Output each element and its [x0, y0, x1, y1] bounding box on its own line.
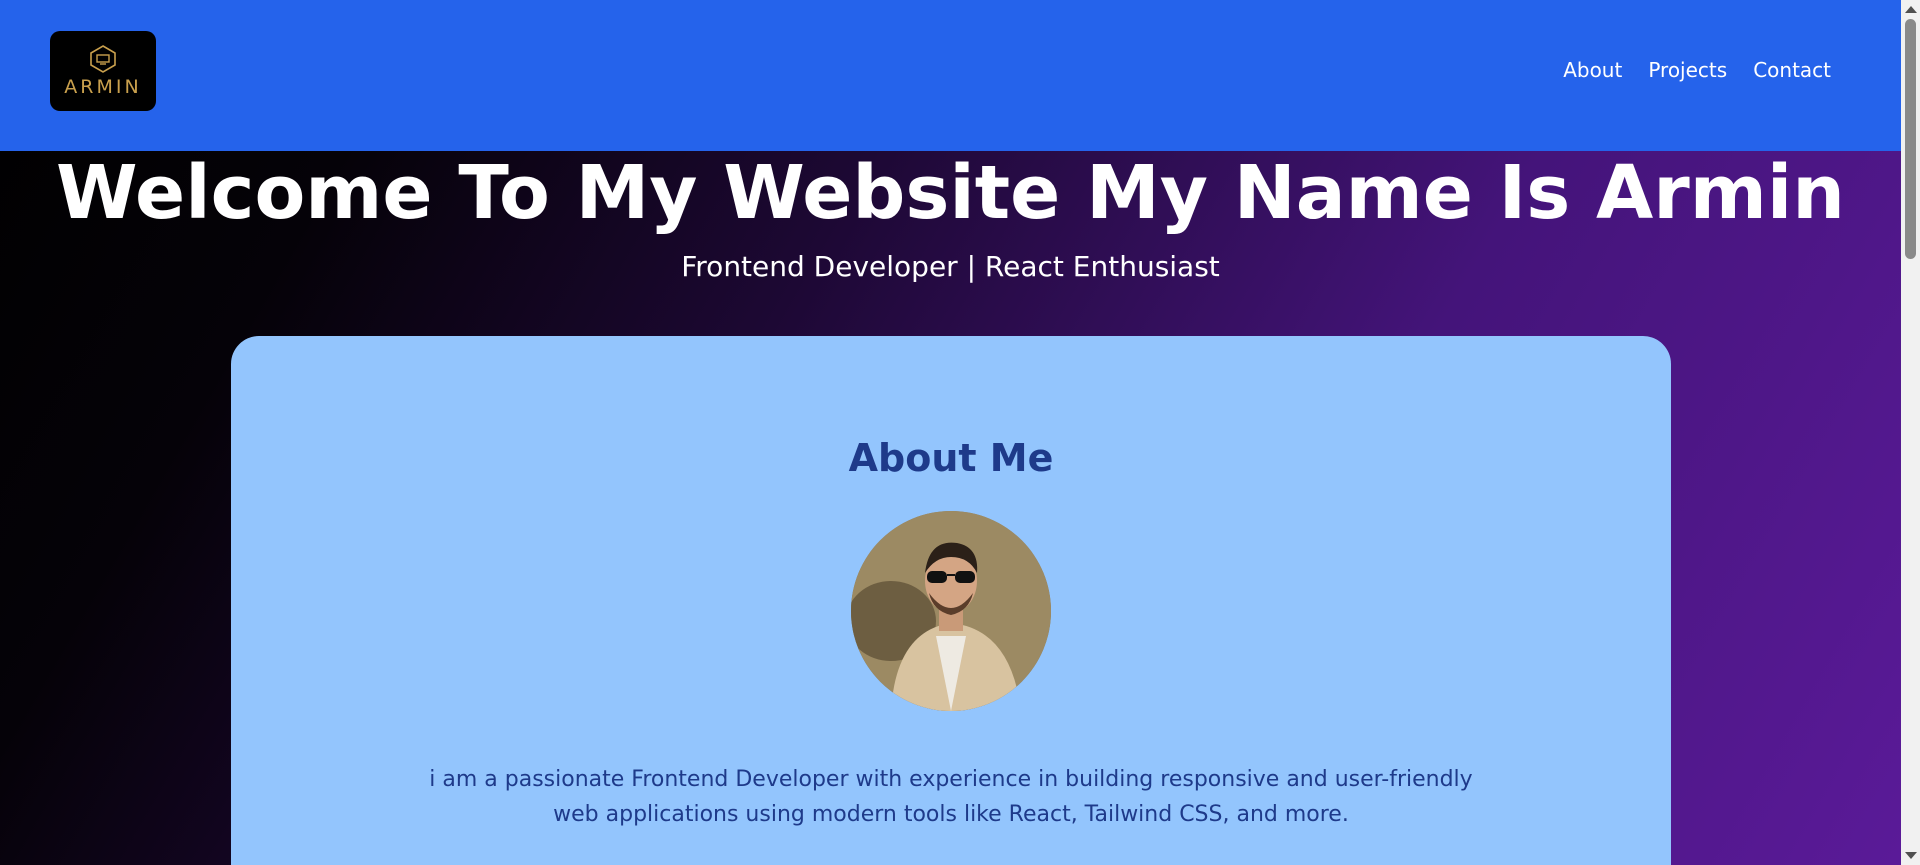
- page-background: ARMIN About Projects Contact Welcome To …: [0, 0, 1901, 865]
- logo[interactable]: ARMIN: [50, 31, 156, 111]
- about-heading: About Me: [848, 436, 1054, 480]
- vertical-scrollbar[interactable]: [1901, 0, 1920, 865]
- hero-title: Welcome To My Website My Name Is Armin: [56, 150, 1845, 236]
- hero-subtitle: Frontend Developer | React Enthusiast: [681, 250, 1220, 283]
- scroll-down-arrow-icon[interactable]: [1905, 852, 1917, 859]
- nav-projects-link[interactable]: Projects: [1648, 58, 1727, 82]
- about-text-line1: i am a passionate Frontend Developer wit…: [429, 767, 1473, 792]
- scrollbar-thumb[interactable]: [1905, 19, 1916, 259]
- main-nav: About Projects Contact: [1563, 58, 1831, 82]
- about-text: i am a passionate Frontend Developer wit…: [231, 762, 1671, 832]
- profile-avatar: [851, 511, 1051, 711]
- site-header: ARMIN About Projects Contact: [0, 0, 1901, 151]
- nav-about-link[interactable]: About: [1563, 58, 1622, 82]
- about-text-line2: web applications using modern tools like…: [553, 802, 1349, 827]
- about-card: About Me i am a passionate Frontend Deve…: [231, 336, 1671, 865]
- nav-contact-link[interactable]: Contact: [1753, 58, 1831, 82]
- logo-text: ARMIN: [64, 76, 142, 98]
- profile-photo-icon: [851, 511, 1051, 711]
- logo-hexagon-icon: [90, 45, 116, 73]
- scroll-up-arrow-icon[interactable]: [1905, 6, 1917, 13]
